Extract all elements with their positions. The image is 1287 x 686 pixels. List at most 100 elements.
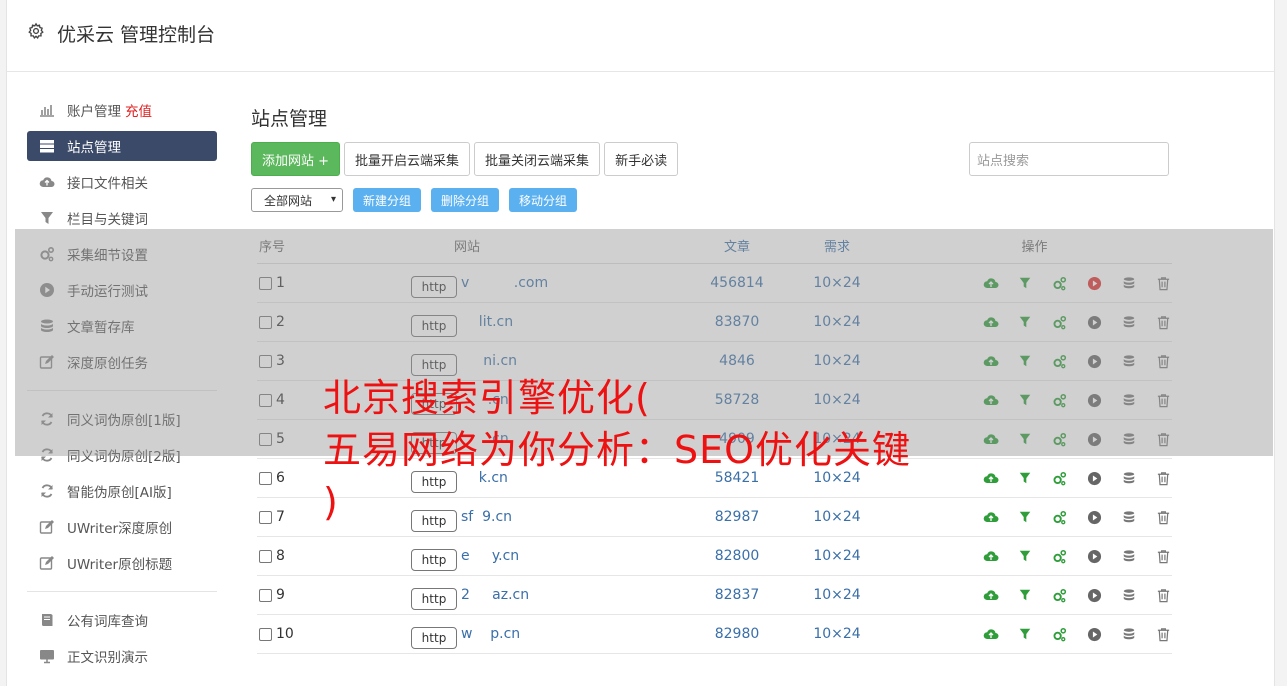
batch-enable-button[interactable]: 批量开启云端采集: [344, 142, 471, 176]
site-cell: http 2 az.cn: [337, 580, 697, 610]
demand-value[interactable]: 10×24: [777, 626, 897, 642]
sidebar-item-g3-0[interactable]: 公有词库查询: [27, 602, 217, 638]
filter-icon: [39, 210, 55, 226]
filter-icon[interactable]: [1017, 508, 1035, 527]
add-site-button[interactable]: 添加网站 +: [251, 142, 341, 176]
table-row: 9 http 2 az.cn 82837 10×24: [257, 576, 1172, 615]
database-icon[interactable]: [1120, 547, 1138, 566]
cogs-icon[interactable]: [1051, 547, 1069, 566]
book-icon: [39, 612, 55, 628]
filter-icon[interactable]: [1017, 547, 1035, 566]
demand-value[interactable]: 10×24: [777, 548, 897, 564]
cloud-upload-icon[interactable]: [982, 625, 1000, 644]
filter-icon[interactable]: [1017, 469, 1035, 488]
new-group-button[interactable]: 新建分组: [353, 188, 422, 212]
trash-icon[interactable]: [1155, 469, 1173, 488]
recharge-link[interactable]: 充值: [125, 100, 152, 120]
row-checkbox[interactable]: [259, 627, 272, 641]
row-checkbox[interactable]: [259, 510, 272, 524]
filter-icon[interactable]: [1017, 625, 1035, 644]
sidebar-item-label: 公有词库查询: [67, 614, 148, 630]
row-checkbox[interactable]: [259, 588, 272, 602]
sidebar-item-label: 正文识别演示: [67, 650, 148, 666]
play-icon[interactable]: [1086, 586, 1104, 605]
trash-icon[interactable]: [1155, 586, 1173, 605]
row-number: 10: [276, 626, 294, 642]
table-row: 10 http w p.cn 82980 10×24: [257, 615, 1172, 654]
play-icon[interactable]: [1086, 625, 1104, 644]
site-cell: http w p.cn: [337, 619, 697, 649]
move-group-button[interactable]: 移动分组: [509, 188, 578, 212]
row-number-cell: 8: [257, 548, 337, 564]
edit-icon: [39, 555, 55, 571]
database-icon[interactable]: [1120, 508, 1138, 527]
protocol-badge: http: [411, 549, 457, 571]
sidebar-item-g2-3[interactable]: UWriter深度原创: [27, 509, 217, 545]
group-select[interactable]: 全部网站 ▾: [251, 188, 343, 212]
toolbar: 添加网站 + 批量开启云端采集 批量关闭云端采集 新手必读: [251, 142, 679, 176]
row-number-cell: 10: [257, 626, 337, 642]
site-domain-link[interactable]: e y.cn: [461, 548, 519, 564]
sidebar-item-label: 接口文件相关: [67, 176, 148, 192]
row-actions: [897, 547, 1172, 566]
filter-icon[interactable]: [1017, 586, 1035, 605]
sidebar-item-g2-2[interactable]: 智能伪原创[AI版]: [27, 473, 217, 509]
batch-disable-button[interactable]: 批量关闭云端采集: [474, 142, 601, 176]
sidebar-item-g1-0[interactable]: 账户管理 充值: [27, 92, 217, 128]
cloud-upload-icon[interactable]: [982, 508, 1000, 527]
group-controls: 全部网站 ▾ 新建分组 删除分组 移动分组: [251, 188, 578, 212]
cloud-upload-icon: [39, 174, 55, 190]
article-count[interactable]: 82837: [697, 587, 777, 603]
guide-button[interactable]: 新手必读: [604, 142, 679, 176]
group-select-value: 全部网站: [264, 193, 313, 208]
site-search-input[interactable]: 站点搜索: [969, 142, 1169, 176]
site-domain-link[interactable]: 2 az.cn: [461, 587, 529, 603]
database-icon[interactable]: [1120, 469, 1138, 488]
sidebar-item-g2-4[interactable]: UWriter原创标题: [27, 545, 217, 581]
cogs-icon[interactable]: [1051, 625, 1069, 644]
sidebar-item-g3-1[interactable]: 正文识别演示: [27, 638, 217, 674]
cloud-upload-icon[interactable]: [982, 547, 1000, 566]
cogs-icon[interactable]: [1051, 586, 1069, 605]
server-icon: [39, 138, 55, 154]
article-count[interactable]: 82800: [697, 548, 777, 564]
row-number: 8: [276, 548, 285, 564]
trash-icon[interactable]: [1155, 508, 1173, 527]
sidebar-item-label: 栏目与关键词: [67, 212, 148, 228]
sidebar-item-g1-1[interactable]: 站点管理: [27, 131, 217, 161]
cloud-upload-icon[interactable]: [982, 469, 1000, 488]
watermark-line-2: 五易网络为你分析：SEO优化关键: [323, 428, 912, 472]
watermark-line-3: ): [323, 480, 339, 524]
monitor-icon: [39, 648, 55, 664]
row-checkbox[interactable]: [259, 549, 272, 563]
sidebar-item-label: 账户管理: [67, 104, 121, 120]
database-icon[interactable]: [1120, 625, 1138, 644]
cogs-icon[interactable]: [1051, 508, 1069, 527]
cogs-icon[interactable]: [1051, 469, 1069, 488]
sidebar-item-label: UWriter深度原创: [67, 521, 173, 537]
site-domain-link[interactable]: w p.cn: [461, 626, 520, 642]
demand-value[interactable]: 10×24: [777, 587, 897, 603]
top-bar: 优采云 管理控制台: [7, 0, 1274, 72]
article-count[interactable]: 82980: [697, 626, 777, 642]
row-actions: [897, 625, 1172, 644]
row-number: 9: [276, 587, 285, 603]
row-number: 6: [276, 470, 285, 486]
delete-group-button[interactable]: 删除分组: [431, 188, 500, 212]
trash-icon[interactable]: [1155, 547, 1173, 566]
sidebar-item-g1-2[interactable]: 接口文件相关: [27, 164, 217, 200]
play-icon[interactable]: [1086, 547, 1104, 566]
search-placeholder: 站点搜索: [977, 153, 1030, 169]
play-icon[interactable]: [1086, 469, 1104, 488]
cloud-upload-icon[interactable]: [982, 586, 1000, 605]
trash-icon[interactable]: [1155, 625, 1173, 644]
row-number: 7: [276, 509, 285, 525]
site-cell: http e y.cn: [337, 541, 697, 571]
protocol-badge: http: [411, 588, 457, 610]
sidebar-divider: [27, 591, 217, 592]
sidebar-item-label: UWriter原创标题: [67, 557, 173, 573]
sidebar-item-label: 站点管理: [67, 140, 121, 156]
play-icon[interactable]: [1086, 508, 1104, 527]
row-checkbox[interactable]: [259, 471, 272, 485]
database-icon[interactable]: [1120, 586, 1138, 605]
